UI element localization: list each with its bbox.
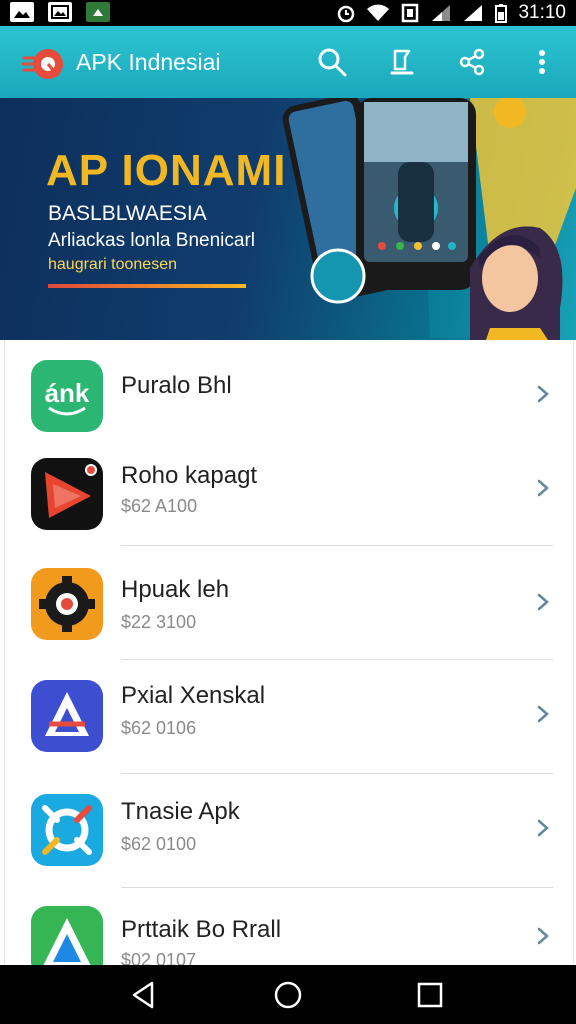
notification-gallery-icon (48, 2, 72, 22)
more-vert-icon (539, 50, 545, 74)
alarm-icon (338, 5, 355, 23)
app-icon-triangle (31, 680, 103, 752)
wifi-icon (367, 4, 390, 21)
banner-title: AP IONAMI (46, 146, 287, 195)
signal-icon-2 (464, 5, 483, 21)
chevron-right-icon (537, 819, 549, 837)
app-icon-compass (31, 794, 103, 866)
app-name: Puralo Bhl (121, 372, 232, 399)
app-bubble-icon (310, 248, 366, 304)
app-icon-apk: ánk (31, 360, 103, 432)
signal-icon (432, 5, 451, 21)
status-time: 31:10 (518, 2, 566, 23)
chevron-right-icon (537, 385, 549, 403)
system-icons: 31:10 (336, 2, 566, 24)
app-name: Tnasie Apk (121, 798, 240, 825)
search-button[interactable] (314, 44, 350, 80)
app-icon-gear (31, 568, 103, 640)
list-item[interactable]: Prttaik Bo Rrall $02 0107 (5, 888, 573, 965)
phone-front-illustration (356, 98, 476, 290)
status-bar: 31:10 (0, 0, 576, 26)
banner-caption: haugrari toonesen (48, 256, 177, 273)
recents-icon[interactable] (414, 979, 446, 1011)
battery-icon (495, 4, 508, 23)
notification-image-icon (10, 2, 34, 22)
app-name: Pxial Xenskal (121, 682, 266, 709)
navigation-bar (0, 965, 576, 1024)
notification-button[interactable] (384, 44, 420, 80)
list-item[interactable]: Roho kapagt $62 A100 (5, 432, 573, 546)
notification-icons (10, 2, 110, 22)
app-list: ánk Puralo Bhl Roho kapagt $62 A100 Hpua… (4, 340, 574, 965)
notification-app-icon (86, 2, 110, 22)
home-icon[interactable] (272, 979, 304, 1011)
app-price: $62 A100 (121, 496, 198, 516)
banner-underline (48, 284, 246, 288)
list-item[interactable]: Tnasie Apk $62 0100 (5, 774, 573, 888)
banner-tagline: Arliackas lonla Bnenicarl (48, 230, 255, 251)
list-item[interactable]: Pxial Xenskal $62 0106 (5, 660, 573, 774)
promo-banner[interactable]: AP IONAMI BASLBLWAESIA Arliackas lonla B… (0, 98, 576, 340)
notification-icon (390, 49, 414, 75)
more-options-button[interactable] (524, 44, 560, 80)
share-icon (459, 48, 485, 76)
app-name: Roho kapagt (121, 462, 258, 489)
chevron-right-icon (537, 593, 549, 611)
app-icon-play (31, 458, 103, 530)
app-name: Prttaik Bo Rrall (121, 916, 282, 943)
list-item[interactable]: Hpuak leh $22 3100 (5, 546, 573, 660)
app-price: $62 0106 (121, 718, 197, 738)
chevron-right-icon (537, 705, 549, 723)
banner-subtitle: BASLBLWAESIA (48, 202, 207, 225)
back-icon[interactable] (128, 979, 160, 1011)
app-icon-arrow (31, 906, 103, 965)
app-logo-icon (22, 49, 63, 79)
app-price: $02 0107 (121, 950, 197, 965)
app-name: Hpuak leh (121, 576, 230, 603)
app-title: APK Indnesiai (76, 49, 221, 75)
share-button[interactable] (454, 44, 490, 80)
app-price: $22 3100 (121, 612, 197, 632)
chevron-right-icon (537, 479, 549, 497)
app-price: $62 0100 (121, 834, 197, 854)
app-bar: APK Indnesiai (0, 26, 576, 98)
chevron-right-icon (537, 927, 549, 945)
search-icon (318, 48, 347, 77)
vibrate-icon (402, 3, 419, 23)
